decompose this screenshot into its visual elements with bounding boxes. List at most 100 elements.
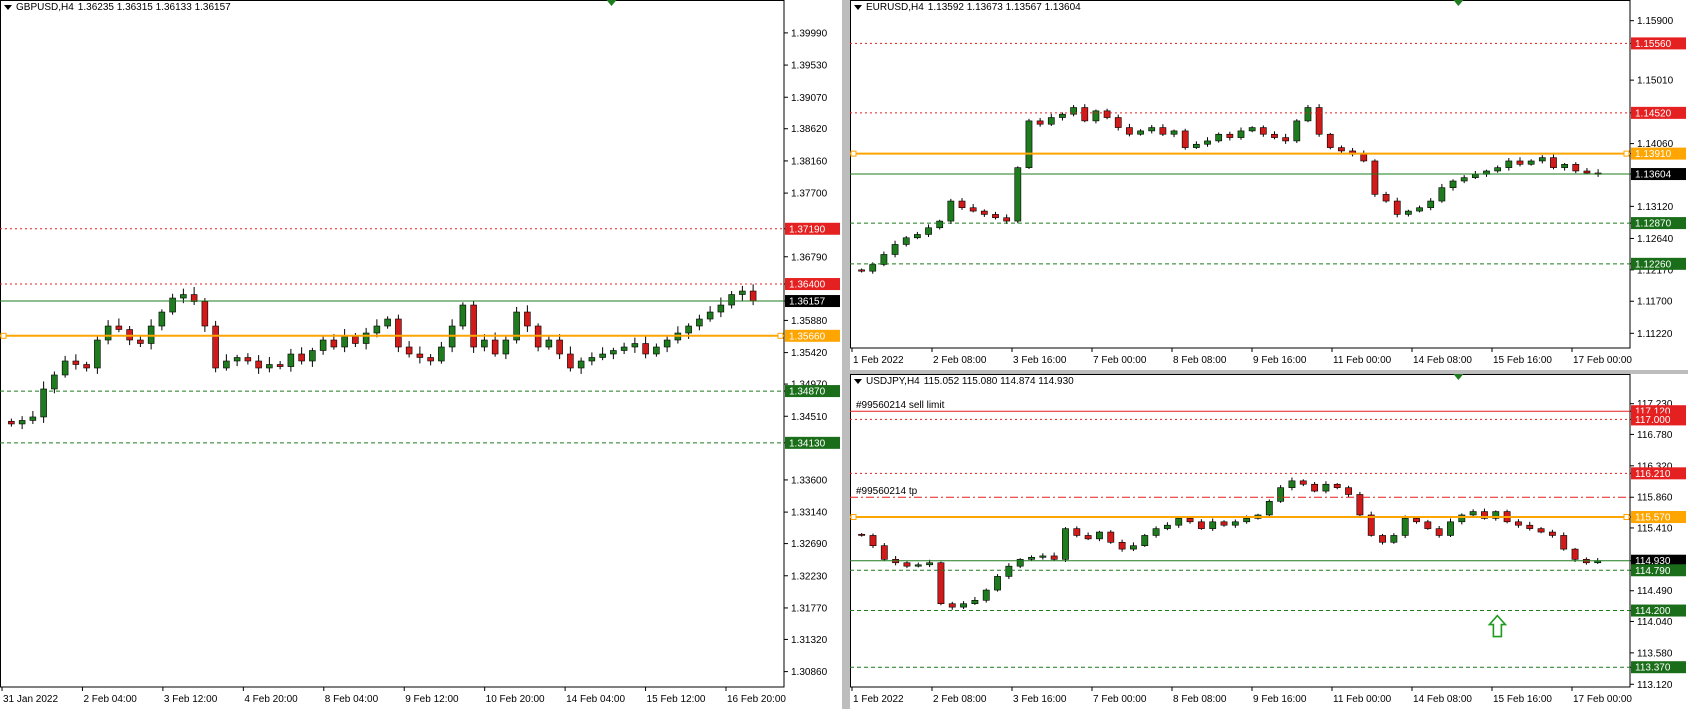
time-tick-label: 2 Feb 08:00 (933, 355, 987, 366)
price-tick-label: 1.35420 (791, 348, 828, 359)
candle-body (1304, 107, 1312, 122)
candle-body (1460, 177, 1468, 182)
candle-body (1288, 480, 1296, 488)
price-tick-label: 1.33140 (791, 508, 828, 519)
candle-body (470, 304, 477, 348)
line-anchor-handle[interactable] (850, 150, 857, 157)
candle-body (1277, 487, 1285, 502)
caret-down-icon (854, 5, 862, 10)
candle-body (233, 357, 241, 362)
price-tag-label: 1.34130 (789, 438, 826, 449)
candle-body (1390, 535, 1398, 543)
candle-body (1192, 143, 1200, 148)
candle-body (212, 325, 219, 369)
time-tick-label: 16 Feb 20:00 (727, 694, 786, 705)
time-tick-label: 17 Feb 00:00 (1573, 694, 1632, 705)
candle-body (1393, 200, 1401, 215)
symbol-label: GBPUSD,H4 (16, 2, 74, 13)
candle-body (72, 360, 80, 365)
line-anchor-handle[interactable] (0, 332, 7, 339)
price-tag-label: 116.210 (1635, 469, 1671, 480)
eurusd-chart-pane[interactable]: EURUSD,H4 1.13592 1.13673 1.13567 1.1360… (850, 0, 1688, 370)
candle-body (1537, 528, 1545, 533)
candle-body (880, 254, 888, 265)
candle-body (1322, 483, 1330, 492)
ohlc-readout: 1.13592 1.13673 1.13567 1.13604 (927, 2, 1081, 13)
line-anchor-handle[interactable] (850, 514, 857, 521)
candle-body (1561, 164, 1568, 168)
candle-body (244, 357, 252, 362)
gbpusd-chart-svg: 1.39990 1.39530 1.39070 1.38620 1.38160 1.377… (0, 0, 840, 705)
line-anchor-handle[interactable] (777, 332, 784, 339)
price-tick-label: 1.39990 (791, 28, 828, 39)
price-tick-label: 1.31770 (791, 603, 828, 614)
eurusd-chart-svg: 1.159001.155601.150101.145201.140601.139… (850, 0, 1686, 366)
candle-body (319, 339, 327, 351)
candle-body (696, 318, 703, 327)
candle-body (287, 353, 295, 367)
candle-body (1126, 127, 1133, 135)
candle-body (936, 220, 944, 229)
candle-body (223, 360, 230, 369)
time-tick-label: 9 Feb 16:00 (1253, 694, 1307, 705)
candle-body (1248, 127, 1256, 132)
price-tag-label: 1.14520 (1635, 108, 1672, 119)
candle-body (1050, 555, 1058, 560)
price-tick-label: 1.15010 (1637, 76, 1674, 87)
candle-body (1538, 157, 1546, 162)
price-tick-label: 115.860 (1637, 493, 1673, 504)
candle-body (1401, 518, 1409, 536)
line-anchor-handle[interactable] (1623, 150, 1630, 157)
price-tick-label: 1.34510 (791, 412, 828, 423)
candle-body (739, 290, 746, 295)
candle-body (610, 350, 617, 355)
candle-body (982, 589, 990, 601)
candle-body (1014, 167, 1022, 222)
price-tick-label: 1.35880 (791, 316, 828, 327)
line-anchor-handle[interactable] (1623, 514, 1630, 521)
candle-body (1130, 545, 1137, 550)
price-tick-label: 1.32690 (791, 539, 828, 550)
candle-body (395, 318, 402, 348)
candle-body (1163, 524, 1171, 529)
candle-body (373, 325, 381, 334)
time-tick-label: 1 Feb 2022 (853, 694, 904, 705)
chart-title: GBPUSD,H4 1.36235 1.36315 1.36133 1.3615… (4, 2, 231, 13)
candle-body (642, 343, 649, 355)
gbpusd-chart-pane[interactable]: GBPUSD,H4 1.36235 1.36315 1.36133 1.3615… (0, 0, 842, 709)
usdjpy-chart-pane[interactable]: USDJPY,H4 115.052 115.080 114.874 114.93… (850, 374, 1688, 709)
candle-body (958, 200, 966, 209)
candle-body (1505, 160, 1513, 168)
candle-body (201, 301, 209, 327)
candle-body (427, 357, 434, 362)
candle-body (1413, 518, 1420, 523)
candle-body (1103, 110, 1111, 118)
candle-body (653, 346, 660, 355)
usdjpy-chart-svg: 117.230117.120117.000116.780116.320116.2… (850, 374, 1686, 705)
candle-body (960, 603, 967, 608)
candle-body (384, 318, 391, 327)
candle-body (158, 311, 166, 327)
candle-body (706, 311, 714, 320)
candle-body (1265, 501, 1273, 516)
candle-body (524, 311, 531, 327)
candle-body (1137, 130, 1144, 135)
price-tick-label: 1.39530 (791, 61, 828, 72)
candle-body (1259, 127, 1267, 135)
candle-body (1405, 210, 1412, 215)
candle-body (1159, 127, 1167, 135)
time-tick-label: 9 Feb 16:00 (1253, 355, 1307, 366)
candle-body (1449, 180, 1457, 188)
candle-body (1084, 535, 1092, 540)
candle-body (1371, 160, 1379, 195)
candle-body (481, 339, 488, 348)
candle-body (1550, 157, 1557, 168)
candle-body (599, 353, 606, 358)
ohlc-readout: 1.36235 1.36315 1.36133 1.36157 (77, 2, 231, 13)
candle-body (1435, 528, 1443, 536)
candle-body (1152, 528, 1160, 536)
candle-body (180, 294, 187, 299)
price-tick-label: 1.13120 (1637, 202, 1674, 213)
price-tick-label: 115.410 (1637, 523, 1673, 534)
price-tick-label: 1.11220 (1637, 329, 1673, 340)
